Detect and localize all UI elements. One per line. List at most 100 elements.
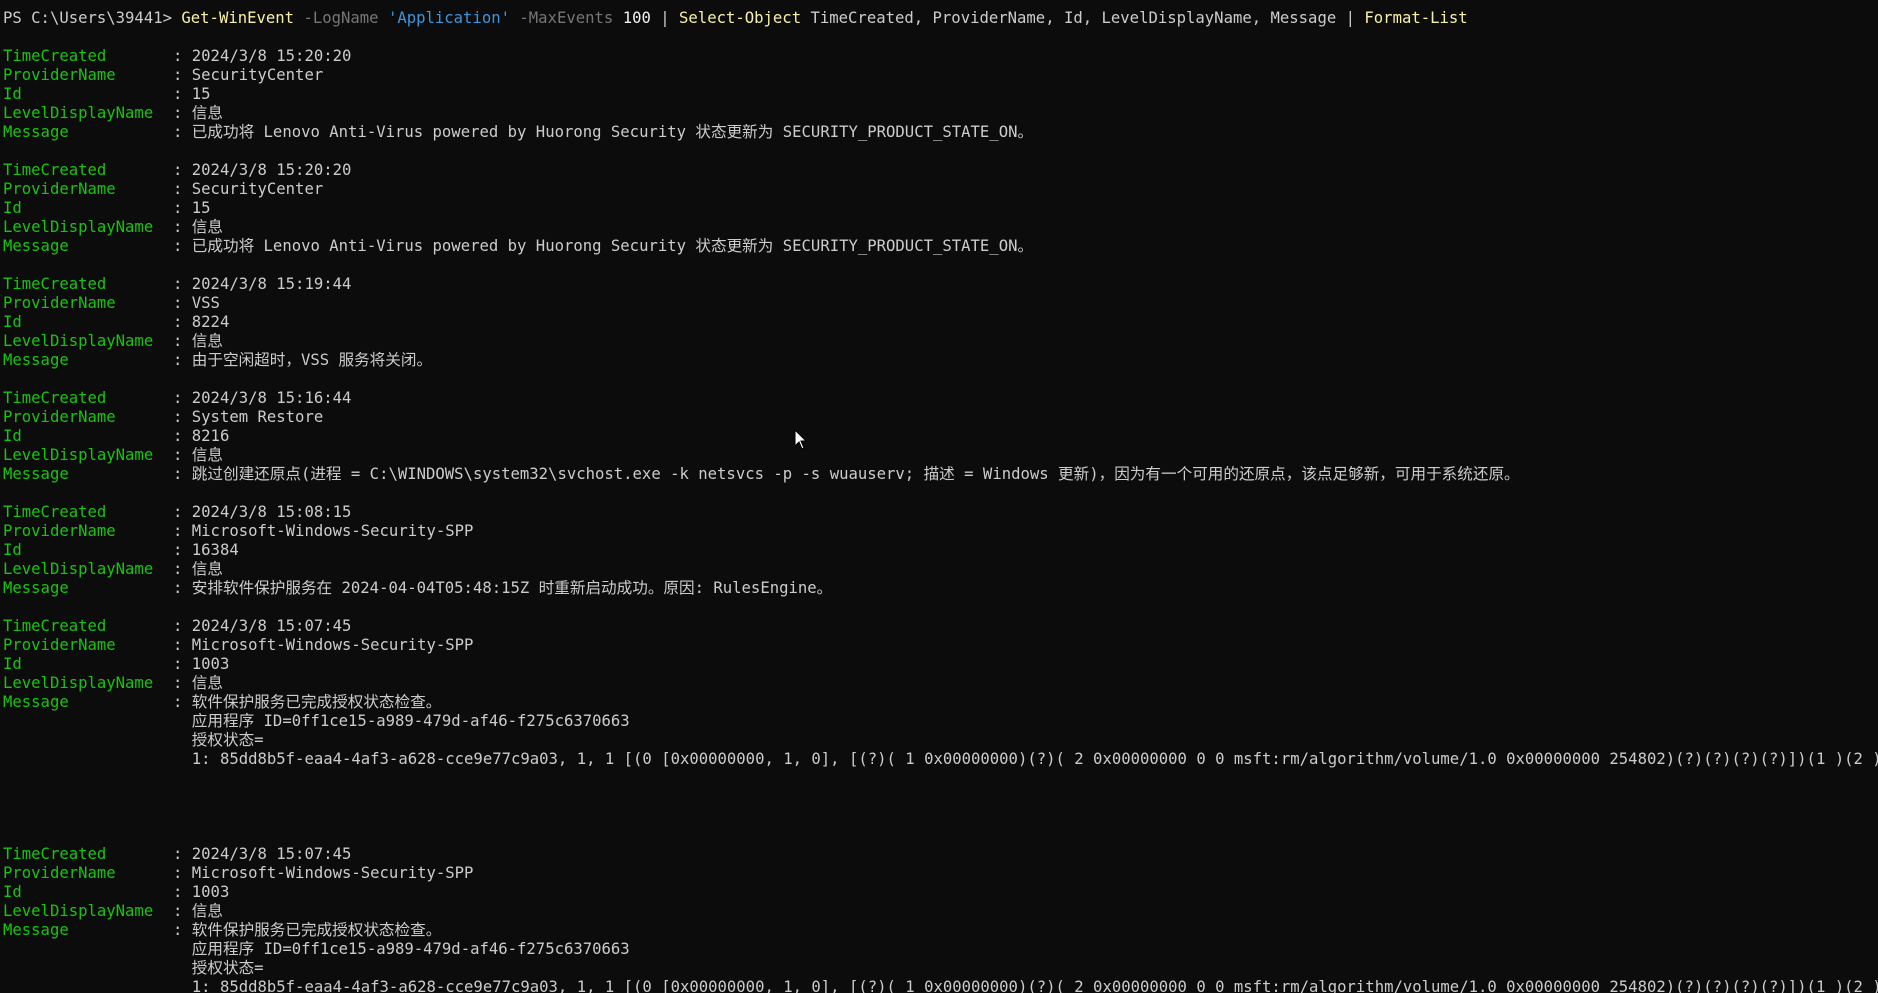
separator: :: [173, 275, 192, 293]
provider-name-label: ProviderName: [3, 66, 116, 84]
select-arguments: TimeCreated, ProviderName, Id, LevelDisp…: [810, 9, 1337, 27]
message-row: Message: 软件保护服务已完成授权状态检查。: [3, 693, 1878, 712]
separator: :: [173, 921, 192, 939]
level-display-name-label: LevelDisplayName: [3, 674, 154, 692]
provider-name-row: ProviderName: System Restore: [3, 408, 1878, 427]
time-created-row: TimeCreated: 2024/3/8 15:08:15: [3, 503, 1878, 522]
separator: :: [173, 332, 192, 350]
separator: :: [173, 408, 192, 426]
provider-name-value: SecurityCenter: [191, 180, 324, 198]
separator: :: [173, 636, 192, 654]
time-created-value: 2024/3/8 15:19:44: [191, 275, 352, 293]
separator: :: [173, 693, 192, 711]
cmdlet-select-object: Select-Object: [679, 9, 802, 27]
separator: :: [173, 47, 192, 65]
separator: :: [173, 218, 192, 236]
message-row: Message: 已成功将 Lenovo Anti-Virus powered …: [3, 123, 1878, 142]
cmdlet-get-winevent: Get-WinEvent: [181, 9, 295, 27]
separator: :: [173, 104, 192, 122]
time-created-row: TimeCreated: 2024/3/8 15:20:20: [3, 161, 1878, 180]
time-created-value: 2024/3/8 15:16:44: [191, 389, 352, 407]
separator: :: [173, 199, 192, 217]
message-value: 已成功将 Lenovo Anti-Virus powered by Huoron…: [191, 123, 1034, 141]
separator: :: [173, 66, 192, 84]
event-id-value: 15: [191, 85, 211, 103]
message-continuation-value: 授权状态=: [191, 959, 264, 977]
indent-pad: [173, 940, 192, 958]
level-display-name-value: 信息: [191, 560, 223, 578]
separator: :: [173, 617, 192, 635]
separator: :: [173, 503, 192, 521]
event-id-row: Id: 8216: [3, 427, 1878, 446]
indent-pad: [173, 750, 192, 768]
message-row: Message: 已成功将 Lenovo Anti-Virus powered …: [3, 237, 1878, 256]
provider-name-row: ProviderName: SecurityCenter: [3, 66, 1878, 85]
provider-name-value: SecurityCenter: [191, 66, 324, 84]
provider-name-value: Microsoft-Windows-Security-SPP: [191, 636, 474, 654]
message-row: Message: 软件保护服务已完成授权状态检查。: [3, 921, 1878, 940]
event-id-value: 8224: [191, 313, 230, 331]
level-display-name-label: LevelDisplayName: [3, 104, 154, 122]
time-created-value: 2024/3/8 15:08:15: [191, 503, 352, 521]
level-display-name-row: LevelDisplayName: 信息: [3, 902, 1878, 921]
event-id-label: Id: [3, 427, 22, 445]
time-created-label: TimeCreated: [3, 47, 107, 65]
event-id-label: Id: [3, 541, 22, 559]
message-label: Message: [3, 579, 69, 597]
event-record: TimeCreated: 2024/3/8 15:07:45 ProviderNa…: [3, 617, 1878, 845]
event-record: TimeCreated: 2024/3/8 15:08:15 ProviderNa…: [3, 503, 1878, 617]
message-continuation-row: 1: 85dd8b5f-eaa4-4af3-a628-cce9e77c9a03,…: [3, 978, 1878, 993]
time-created-label: TimeCreated: [3, 275, 107, 293]
level-display-name-row: LevelDisplayName: 信息: [3, 332, 1878, 351]
message-continuation-value: 应用程序 ID=0ff1ce15-a989-479d-af46-f275c637…: [191, 940, 630, 958]
message-value: 跳过创建还原点(进程 = C:\WINDOWS\system32\svchost…: [191, 465, 1520, 483]
message-continuation-row: 授权状态=: [3, 959, 1878, 978]
event-id-row: Id: 16384: [3, 541, 1878, 560]
event-output: TimeCreated: 2024/3/8 15:20:20 ProviderNa…: [3, 47, 1878, 993]
provider-name-row: ProviderName: Microsoft-Windows-Security…: [3, 522, 1878, 541]
separator: :: [173, 237, 192, 255]
event-id-row: Id: 1003: [3, 655, 1878, 674]
message-row: Message: 由于空闲超时，VSS 服务将关闭。: [3, 351, 1878, 370]
event-record: TimeCreated: 2024/3/8 15:20:20 ProviderNa…: [3, 47, 1878, 161]
indent-pad: [173, 959, 192, 977]
indent-pad: [173, 712, 192, 730]
powershell-terminal[interactable]: PS C:\Users\39441> Get-WinEvent -LogName…: [0, 9, 1878, 993]
message-continuation-value: 1: 85dd8b5f-eaa4-4af3-a628-cce9e77c9a03,…: [191, 978, 1878, 993]
provider-name-label: ProviderName: [3, 864, 116, 882]
provider-name-value: Microsoft-Windows-Security-SPP: [191, 864, 474, 882]
event-id-row: Id: 8224: [3, 313, 1878, 332]
time-created-value: 2024/3/8 15:07:45: [191, 845, 352, 863]
indent-pad: [173, 978, 192, 993]
time-created-label: TimeCreated: [3, 161, 107, 179]
provider-name-value: VSS: [191, 294, 220, 312]
param-logname: -LogName: [303, 9, 379, 27]
separator: :: [173, 864, 192, 882]
separator: :: [173, 655, 192, 673]
separator: :: [173, 351, 192, 369]
separator: :: [173, 427, 192, 445]
message-continuation-value: 1: 85dd8b5f-eaa4-4af3-a628-cce9e77c9a03,…: [191, 750, 1878, 768]
event-id-row: Id: 1003: [3, 883, 1878, 902]
time-created-row: TimeCreated: 2024/3/8 15:19:44: [3, 275, 1878, 294]
separator: :: [173, 579, 192, 597]
event-id-label: Id: [3, 883, 22, 901]
message-value: 软件保护服务已完成授权状态检查。: [191, 693, 442, 711]
message-value: 已成功将 Lenovo Anti-Virus powered by Huoron…: [191, 237, 1034, 255]
time-created-value: 2024/3/8 15:07:45: [191, 617, 352, 635]
event-id-value: 16384: [191, 541, 239, 559]
event-record: TimeCreated: 2024/3/8 15:20:20 ProviderNa…: [3, 161, 1878, 275]
separator: :: [173, 123, 192, 141]
message-continuation-row: 1: 85dd8b5f-eaa4-4af3-a628-cce9e77c9a03,…: [3, 750, 1878, 769]
event-record: TimeCreated: 2024/3/8 15:16:44 ProviderNa…: [3, 389, 1878, 503]
level-display-name-value: 信息: [191, 446, 223, 464]
separator: :: [173, 845, 192, 863]
level-display-name-row: LevelDisplayName: 信息: [3, 674, 1878, 693]
event-record: TimeCreated: 2024/3/8 15:07:45 ProviderNa…: [3, 845, 1878, 993]
message-value: 安排软件保护服务在 2024-04-04T05:48:15Z 时重新启动成功。原…: [191, 579, 833, 597]
provider-name-row: ProviderName: SecurityCenter: [3, 180, 1878, 199]
number-maxevents: 100: [622, 9, 651, 27]
